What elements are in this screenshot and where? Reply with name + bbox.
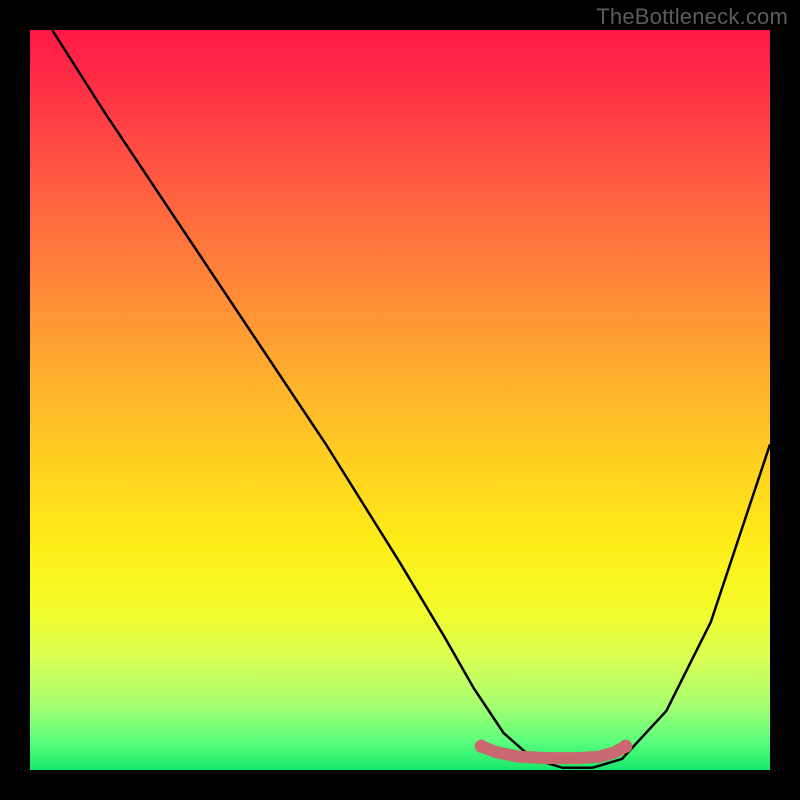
bottleneck-curve bbox=[52, 30, 770, 768]
plot-area bbox=[30, 30, 770, 770]
marker-dot-right bbox=[619, 740, 632, 753]
optimal-range-marker bbox=[481, 746, 625, 758]
chart-frame: TheBottleneck.com bbox=[0, 0, 800, 800]
marker-dot-left bbox=[475, 740, 488, 753]
chart-svg bbox=[30, 30, 770, 770]
watermark-text: TheBottleneck.com bbox=[596, 4, 788, 30]
